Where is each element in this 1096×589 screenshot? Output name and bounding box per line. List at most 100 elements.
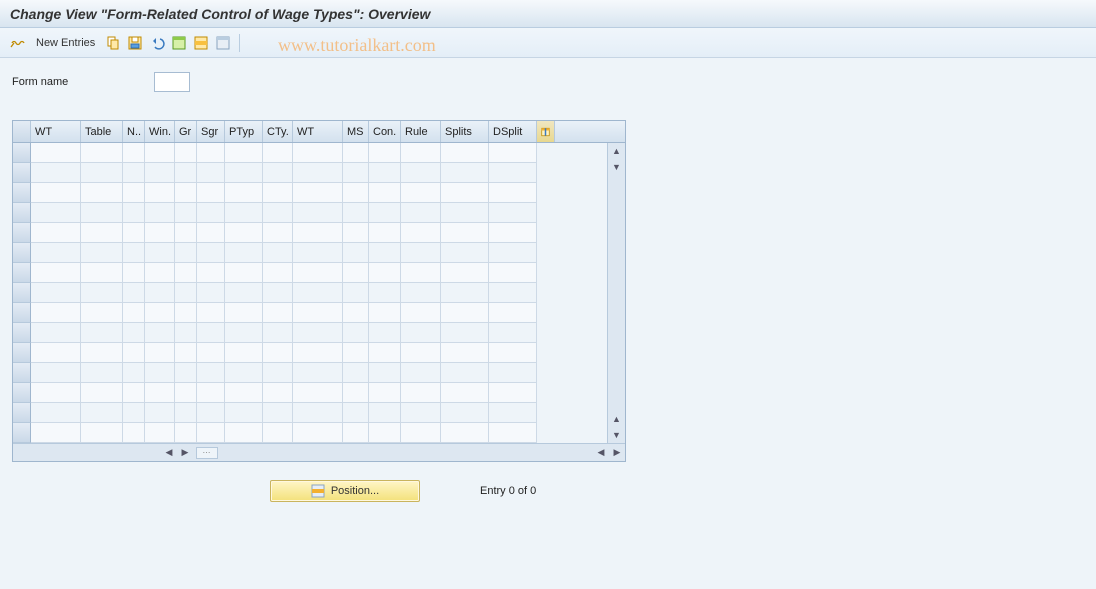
select-all-icon[interactable] bbox=[171, 35, 187, 51]
table-cell[interactable] bbox=[31, 303, 81, 323]
table-cell[interactable] bbox=[263, 223, 293, 243]
table-cell[interactable] bbox=[175, 303, 197, 323]
table-cell[interactable] bbox=[175, 363, 197, 383]
table-cell[interactable] bbox=[197, 143, 225, 163]
select-all-column-header[interactable] bbox=[13, 121, 31, 142]
table-cell[interactable] bbox=[145, 283, 175, 303]
table-cell[interactable] bbox=[145, 243, 175, 263]
table-cell[interactable] bbox=[343, 423, 369, 443]
table-cell[interactable] bbox=[263, 143, 293, 163]
table-cell[interactable] bbox=[31, 163, 81, 183]
form-name-input[interactable] bbox=[154, 72, 190, 92]
table-cell[interactable] bbox=[145, 403, 175, 423]
scroll-right-icon[interactable]: ▶ bbox=[177, 445, 193, 461]
scroll-right-end-icon[interactable]: ▶ bbox=[609, 445, 625, 461]
table-cell[interactable] bbox=[293, 363, 343, 383]
table-cell[interactable] bbox=[263, 243, 293, 263]
position-button[interactable]: Position... bbox=[270, 480, 420, 502]
table-cell[interactable] bbox=[123, 323, 145, 343]
table-cell[interactable] bbox=[145, 303, 175, 323]
table-cell[interactable] bbox=[441, 223, 489, 243]
row-selector[interactable] bbox=[13, 423, 31, 443]
col-header-splits[interactable]: Splits bbox=[441, 121, 489, 142]
table-cell[interactable] bbox=[401, 183, 441, 203]
table-cell[interactable] bbox=[175, 403, 197, 423]
row-selector[interactable] bbox=[13, 223, 31, 243]
table-cell[interactable] bbox=[81, 343, 123, 363]
table-cell[interactable] bbox=[225, 363, 263, 383]
table-cell[interactable] bbox=[197, 423, 225, 443]
table-cell[interactable] bbox=[175, 223, 197, 243]
select-block-icon[interactable] bbox=[193, 35, 209, 51]
table-cell[interactable] bbox=[225, 423, 263, 443]
table-cell[interactable] bbox=[145, 143, 175, 163]
table-cell[interactable] bbox=[175, 343, 197, 363]
table-cell[interactable] bbox=[197, 363, 225, 383]
scroll-left-end-icon[interactable]: ◀ bbox=[593, 445, 609, 461]
table-cell[interactable] bbox=[441, 363, 489, 383]
save-icon[interactable] bbox=[127, 35, 143, 51]
table-cell[interactable] bbox=[401, 143, 441, 163]
table-cell[interactable] bbox=[293, 323, 343, 343]
table-cell[interactable] bbox=[123, 283, 145, 303]
table-cell[interactable] bbox=[489, 363, 537, 383]
table-cell[interactable] bbox=[401, 303, 441, 323]
row-selector[interactable] bbox=[13, 263, 31, 283]
table-cell[interactable] bbox=[263, 283, 293, 303]
table-cell[interactable] bbox=[145, 363, 175, 383]
col-header-n[interactable]: N.. bbox=[123, 121, 145, 142]
table-cell[interactable] bbox=[441, 323, 489, 343]
table-cell[interactable] bbox=[123, 163, 145, 183]
table-cell[interactable] bbox=[81, 183, 123, 203]
table-cell[interactable] bbox=[31, 263, 81, 283]
table-cell[interactable] bbox=[123, 423, 145, 443]
table-cell[interactable] bbox=[175, 163, 197, 183]
table-cell[interactable] bbox=[441, 303, 489, 323]
table-cell[interactable] bbox=[31, 283, 81, 303]
row-selector[interactable] bbox=[13, 143, 31, 163]
table-cell[interactable] bbox=[197, 203, 225, 223]
table-cell[interactable] bbox=[81, 423, 123, 443]
table-cell[interactable] bbox=[81, 263, 123, 283]
table-cell[interactable] bbox=[225, 323, 263, 343]
table-cell[interactable] bbox=[123, 243, 145, 263]
column-config-icon[interactable]: ⋯ bbox=[196, 447, 218, 459]
col-header-con[interactable]: Con. bbox=[369, 121, 401, 142]
table-cell[interactable] bbox=[225, 243, 263, 263]
table-cell[interactable] bbox=[263, 363, 293, 383]
table-cell[interactable] bbox=[369, 283, 401, 303]
table-cell[interactable] bbox=[225, 223, 263, 243]
col-header-wt1[interactable]: WT bbox=[31, 121, 81, 142]
table-cell[interactable] bbox=[81, 243, 123, 263]
table-cell[interactable] bbox=[81, 163, 123, 183]
display-icon[interactable] bbox=[10, 35, 26, 51]
table-cell[interactable] bbox=[441, 383, 489, 403]
table-cell[interactable] bbox=[489, 243, 537, 263]
table-cell[interactable] bbox=[401, 203, 441, 223]
table-cell[interactable] bbox=[369, 343, 401, 363]
table-cell[interactable] bbox=[343, 163, 369, 183]
table-cell[interactable] bbox=[145, 383, 175, 403]
col-header-rule[interactable]: Rule bbox=[401, 121, 441, 142]
scroll-down-icon[interactable]: ▼ bbox=[608, 427, 625, 443]
table-cell[interactable] bbox=[225, 203, 263, 223]
table-cell[interactable] bbox=[197, 383, 225, 403]
table-cell[interactable] bbox=[31, 223, 81, 243]
table-cell[interactable] bbox=[81, 283, 123, 303]
table-cell[interactable] bbox=[145, 203, 175, 223]
table-cell[interactable] bbox=[489, 323, 537, 343]
table-cell[interactable] bbox=[489, 143, 537, 163]
table-cell[interactable] bbox=[197, 283, 225, 303]
horizontal-scrollbar[interactable]: ◀ ▶ ⋯ ◀ ▶ bbox=[13, 443, 625, 461]
table-cell[interactable] bbox=[225, 403, 263, 423]
new-entries-button[interactable]: New Entries bbox=[32, 37, 99, 49]
table-cell[interactable] bbox=[263, 343, 293, 363]
table-cell[interactable] bbox=[369, 223, 401, 243]
row-selector[interactable] bbox=[13, 183, 31, 203]
table-cell[interactable] bbox=[123, 343, 145, 363]
table-cell[interactable] bbox=[489, 383, 537, 403]
table-cell[interactable] bbox=[31, 363, 81, 383]
table-cell[interactable] bbox=[81, 403, 123, 423]
table-cell[interactable] bbox=[293, 423, 343, 443]
table-cell[interactable] bbox=[197, 183, 225, 203]
